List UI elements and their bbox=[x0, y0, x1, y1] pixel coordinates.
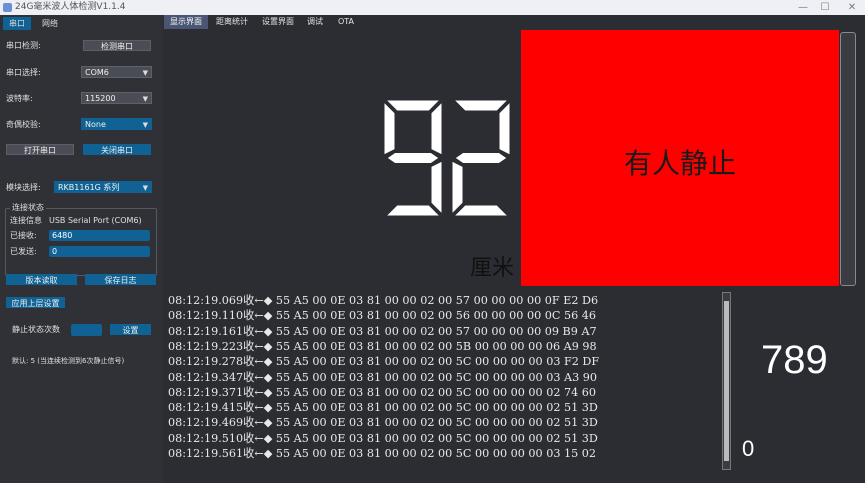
sent-field: 0 bbox=[49, 246, 150, 257]
log-line: 08:12:19.110收←◆ 55 A5 00 0E 03 81 00 00 … bbox=[168, 309, 597, 323]
chevron-down-icon: ▼ bbox=[142, 121, 148, 129]
digit-segment bbox=[453, 204, 509, 216]
detect-port-button[interactable]: 检测串口 bbox=[83, 40, 151, 51]
digit-segment bbox=[430, 100, 443, 156]
close-port-button[interactable]: 关闭串口 bbox=[83, 144, 151, 155]
static-count-input[interactable] bbox=[71, 324, 102, 336]
log-line: 08:12:19.223收←◆ 55 A5 00 0E 03 81 00 00 … bbox=[168, 339, 597, 353]
tab-display[interactable]: 显示界面 bbox=[164, 15, 208, 29]
port-label: 串口选择: bbox=[6, 68, 41, 77]
version-read-button[interactable]: 版本读取 bbox=[6, 274, 77, 285]
baud-label: 波特率: bbox=[6, 94, 33, 103]
set-button[interactable]: 设置 bbox=[110, 324, 151, 335]
tab-distance-stats[interactable]: 距离统计 bbox=[212, 15, 252, 29]
display-scrollbar[interactable] bbox=[840, 32, 856, 286]
log-scroll-thumb[interactable] bbox=[724, 301, 729, 461]
log-panel: 08:12:19.069收←◆ 55 A5 00 0E 03 81 00 00 … bbox=[166, 293, 722, 468]
close-icon[interactable]: ✕ bbox=[841, 0, 863, 15]
digit-segment bbox=[453, 100, 509, 112]
title-bar: 24G毫米波人体检测V1.1.4 — ☐ ✕ bbox=[0, 0, 865, 15]
tab-network[interactable]: 网络 bbox=[36, 17, 64, 30]
counter-large: 789 bbox=[761, 338, 828, 382]
log-scrollbar[interactable] bbox=[722, 292, 731, 470]
digit-segment bbox=[385, 100, 441, 112]
maximize-icon[interactable]: ☐ bbox=[814, 0, 836, 15]
connection-info-value: USB Serial Port (COM6) bbox=[49, 216, 142, 225]
chevron-down-icon: ▼ bbox=[142, 95, 148, 103]
port-value: COM6 bbox=[85, 68, 109, 77]
digit-segment bbox=[498, 100, 511, 156]
log-line: 08:12:19.371收←◆ 55 A5 00 0E 03 81 00 00 … bbox=[168, 385, 597, 399]
received-label: 已接收: bbox=[10, 231, 37, 240]
connection-group-title: 连接状态 bbox=[10, 202, 46, 214]
log-line: 08:12:19.347收←◆ 55 A5 00 0E 03 81 00 00 … bbox=[168, 370, 597, 384]
left-panel: 串口 网络 串口检测: 检测串口 串口选择: COM6 ▼ 波特率: 11520… bbox=[0, 15, 163, 483]
port-select[interactable]: COM6 ▼ bbox=[81, 66, 152, 78]
log-line: 08:12:19.561收←◆ 55 A5 00 0E 03 81 00 00 … bbox=[168, 447, 597, 460]
distance-unit: 厘米 bbox=[470, 256, 515, 281]
distance-digits bbox=[383, 100, 511, 216]
chevron-down-icon: ▼ bbox=[142, 69, 148, 77]
log-line: 08:12:19.510收←◆ 55 A5 00 0E 03 81 00 00 … bbox=[168, 431, 598, 445]
detect-label: 串口检测: bbox=[6, 41, 41, 50]
tab-serial[interactable]: 串口 bbox=[3, 17, 31, 30]
apply-settings-button[interactable]: 应用上层设置 bbox=[6, 297, 65, 308]
parity-value: None bbox=[85, 120, 106, 129]
tab-debug[interactable]: 调试 bbox=[304, 15, 326, 29]
module-select[interactable]: RKB1161G 系列 ▼ bbox=[54, 181, 152, 193]
digit-segment bbox=[430, 160, 443, 216]
module-value: RKB1161G 系列 bbox=[58, 183, 120, 192]
default-note: 默认: 5 (当连续检测到6次静止信号) bbox=[12, 357, 125, 365]
received-field: 6480 bbox=[49, 230, 150, 241]
log-line: 08:12:19.278收←◆ 55 A5 00 0E 03 81 00 00 … bbox=[168, 355, 600, 369]
connection-info-label: 连接信息 bbox=[10, 216, 42, 225]
status-text: 有人静止 bbox=[623, 147, 736, 180]
log-line: 08:12:19.161收←◆ 55 A5 00 0E 03 81 00 00 … bbox=[168, 324, 597, 338]
counter-small: 0 bbox=[742, 436, 755, 461]
parity-select[interactable]: None ▼ bbox=[81, 118, 152, 130]
save-log-button[interactable]: 保存日志 bbox=[85, 274, 156, 285]
window-title: 24G毫米波人体检测V1.1.4 bbox=[15, 2, 126, 12]
log-line: 08:12:19.069收←◆ 55 A5 00 0E 03 81 00 00 … bbox=[168, 294, 599, 307]
digit-segment bbox=[385, 204, 441, 216]
log-line: 08:12:19.415收←◆ 55 A5 00 0E 03 81 00 00 … bbox=[168, 401, 598, 415]
digit-segment bbox=[451, 160, 464, 216]
tab-ota[interactable]: OTA bbox=[334, 15, 358, 29]
chevron-down-icon: ▼ bbox=[142, 184, 148, 192]
digit-segment bbox=[383, 100, 396, 156]
log-line: 08:12:19.469收←◆ 55 A5 00 0E 03 81 00 00 … bbox=[168, 416, 598, 430]
static-count-label: 静止状态次数 bbox=[12, 325, 60, 334]
minimize-icon[interactable]: — bbox=[792, 0, 814, 15]
sent-label: 已发送: bbox=[10, 247, 37, 256]
baud-select[interactable]: 115200 ▼ bbox=[81, 92, 152, 104]
status-indicator: 有人静止 bbox=[521, 30, 839, 286]
baud-value: 115200 bbox=[85, 94, 116, 103]
parity-label: 奇偶校验: bbox=[6, 120, 41, 129]
module-label: 模块选择: bbox=[6, 183, 41, 192]
app-icon bbox=[3, 3, 12, 12]
digit-segment bbox=[454, 152, 508, 164]
open-port-button[interactable]: 打开串口 bbox=[6, 144, 74, 155]
tab-settings[interactable]: 设置界面 bbox=[258, 15, 298, 29]
digit-segment bbox=[386, 152, 440, 164]
